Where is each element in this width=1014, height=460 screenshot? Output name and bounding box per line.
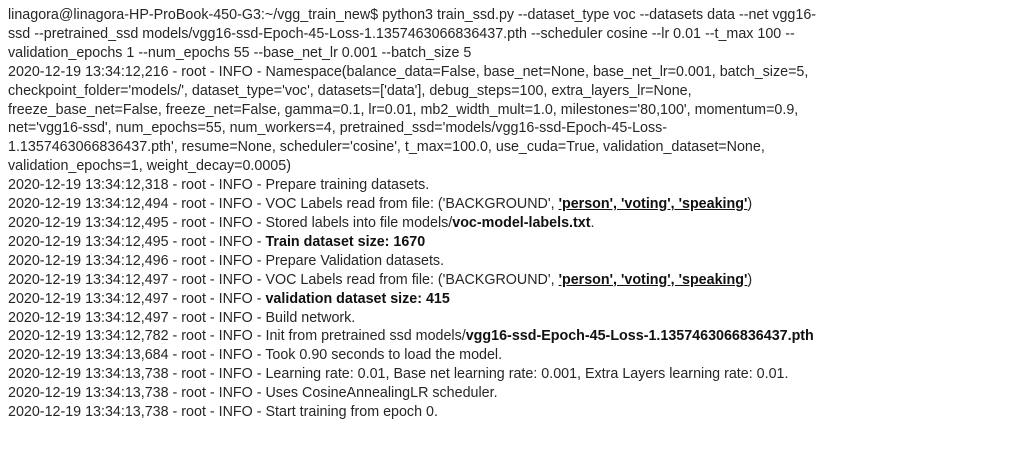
log-text: 2020-12-19 13:34:12,494 - root - INFO - … (8, 196, 559, 213)
log-text: 2020-12-19 13:34:12,782 - root - INFO - … (8, 328, 466, 345)
log-text: 2020-12-19 13:34:12,495 - root - INFO - (8, 233, 266, 250)
log-validation-size: 2020-12-19 13:34:12,497 - root - INFO - … (8, 290, 1010, 309)
log-voc-labels-val: 2020-12-19 13:34:12,497 - root - INFO - … (8, 271, 1010, 290)
labels-list: 'person', 'voting', 'speaking' (558, 196, 748, 213)
log-train-size: 2020-12-19 13:34:12,495 - root - INFO - … (8, 233, 1010, 252)
validation-dataset-size: validation dataset size: 415 (265, 290, 450, 307)
namespace-line-2: checkpoint_folder='models/', dataset_typ… (8, 82, 692, 99)
log-learning-rate: 2020-12-19 13:34:13,738 - root - INFO - … (8, 366, 789, 383)
log-text: . (590, 214, 595, 231)
terminal-output[interactable]: linagora@linagora-HP-ProBook-450-G3:~/vg… (0, 0, 1014, 460)
log-prepare-training: 2020-12-19 13:34:12,318 - root - INFO - … (8, 177, 430, 194)
pretrained-model-filename: vgg16-ssd-Epoch-45-Loss-1.13574630668364… (465, 328, 814, 345)
command-line-3: validation_epochs 1 --num_epochs 55 --ba… (8, 44, 472, 61)
log-scheduler: 2020-12-19 13:34:13,738 - root - INFO - … (8, 385, 498, 402)
namespace-line-3: freeze_base_net=False, freeze_net=False,… (8, 101, 799, 118)
log-init-pretrained: 2020-12-19 13:34:12,782 - root - INFO - … (8, 327, 1010, 346)
train-dataset-size: Train dataset size: 1670 (265, 233, 426, 250)
labels-filename: voc-model-labels.txt (452, 214, 591, 231)
log-text: 2020-12-19 13:34:12,495 - root - INFO - … (8, 214, 453, 231)
labels-list: 'person', 'voting', 'speaking' (558, 271, 748, 288)
namespace-line-6: validation_epochs=1, weight_decay=0.0005… (8, 158, 291, 175)
log-prepare-validation: 2020-12-19 13:34:12,496 - root - INFO - … (8, 252, 445, 269)
namespace-log: 2020-12-19 13:34:12,216 - root - INFO - … (8, 63, 1010, 176)
log-load-time: 2020-12-19 13:34:13,684 - root - INFO - … (8, 347, 503, 364)
namespace-line-4: net='vgg16-ssd', num_epochs=55, num_work… (8, 120, 668, 137)
namespace-line-5: 1.1357463066836437.pth', resume=None, sc… (8, 139, 765, 156)
log-text: ) (747, 196, 753, 213)
log-build-network: 2020-12-19 13:34:12,497 - root - INFO - … (8, 309, 356, 326)
log-stored-labels: 2020-12-19 13:34:12,495 - root - INFO - … (8, 214, 1010, 233)
namespace-line-1: 2020-12-19 13:34:12,216 - root - INFO - … (8, 63, 809, 80)
command-line-1: linagora@linagora-HP-ProBook-450-G3:~/vg… (8, 7, 817, 23)
command-line-2: ssd --pretrained_ssd models/vgg16-ssd-Ep… (8, 25, 795, 42)
log-text: 2020-12-19 13:34:12,497 - root - INFO - (8, 290, 266, 307)
log-text: 2020-12-19 13:34:12,497 - root - INFO - … (8, 271, 559, 288)
command-line: linagora@linagora-HP-ProBook-450-G3:~/vg… (8, 6, 1010, 63)
log-text: ) (747, 271, 753, 288)
log-start-training: 2020-12-19 13:34:13,738 - root - INFO - … (8, 404, 438, 421)
log-voc-labels-train: 2020-12-19 13:34:12,494 - root - INFO - … (8, 195, 1010, 214)
